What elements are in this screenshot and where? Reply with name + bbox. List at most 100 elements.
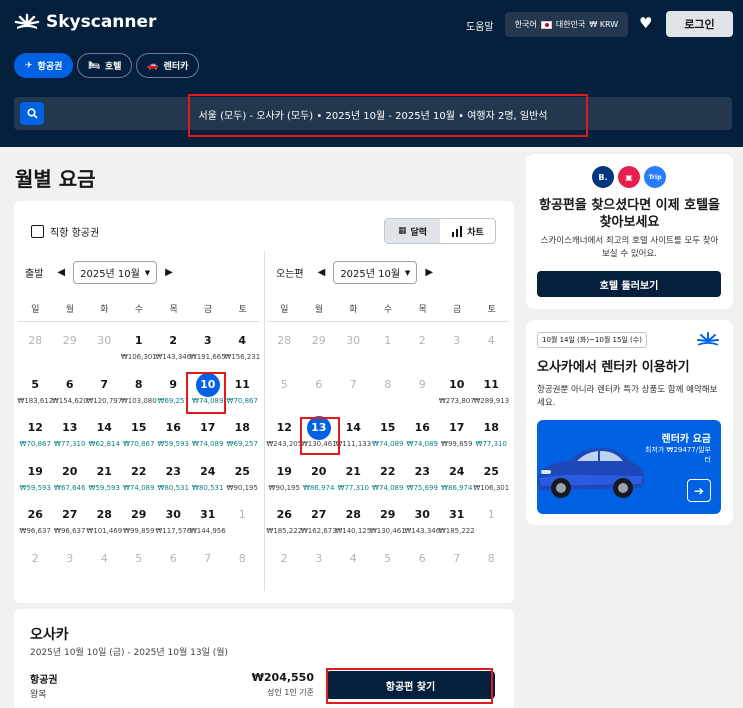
date-number: 11	[483, 377, 499, 391]
date-cell[interactable]: 11 ₩289,913	[473, 373, 509, 406]
browse-hotels-button[interactable]: 호텔 둘러보기	[537, 271, 721, 297]
date-cell[interactable]: 22 ₩74,089	[122, 460, 157, 493]
date-number: 7	[453, 551, 461, 565]
tab-flights[interactable]: ✈ 항공권	[14, 53, 74, 78]
tab-cars[interactable]: 🚗 렌터카	[136, 53, 200, 78]
weekday-label: 수	[383, 305, 393, 315]
date-cell[interactable]: 24 ₩80,531	[191, 460, 226, 493]
depart-next-month-icon[interactable]: ▶	[165, 267, 173, 278]
date-cell[interactable]: 9 ₩69,257	[156, 373, 191, 406]
date-number: 15	[131, 421, 147, 434]
date-cell[interactable]: 23 ₩75,699	[405, 460, 440, 493]
heart-icon[interactable]: ♥	[639, 14, 652, 32]
date-cell[interactable]: 3	[440, 329, 475, 353]
chart-view-button[interactable]: 차트	[440, 219, 495, 243]
date-number: 8	[238, 551, 246, 565]
locale-selector[interactable]: 한국어 대한민국 ₩ KRW	[505, 12, 628, 37]
arrow-right-icon[interactable]: ➔	[687, 479, 711, 502]
date-cell[interactable]: 18 ₩69,257	[225, 416, 260, 449]
date-cell[interactable]: 16 ₩59,593	[156, 416, 191, 449]
date-cell[interactable]: 27 ₩96,637	[53, 503, 88, 536]
date-cell[interactable]: 12 ₩70,867	[18, 416, 53, 449]
date-cell[interactable]: 15 ₩70,867	[122, 416, 157, 449]
date-cell[interactable]: 14 ₩62,814	[87, 416, 122, 449]
date-cell[interactable]: 6	[302, 373, 337, 397]
date-price: ₩90,195	[226, 483, 258, 492]
login-button[interactable]: 로그인	[666, 11, 733, 37]
car-promo-banner[interactable]: 렌터카 요금 최저가 ₩29477/일부터 ➔	[537, 420, 721, 514]
depart-prev-month-icon[interactable]: ◀	[57, 267, 65, 278]
date-cell[interactable]: 21 ₩59,593	[87, 460, 122, 493]
date-cell[interactable]: 29 ₩130,461	[370, 503, 406, 536]
date-cell[interactable]: 21 ₩77,310	[336, 460, 371, 493]
date-cell[interactable]: 27 ₩162,673	[301, 503, 337, 536]
help-link[interactable]: 도움말	[466, 18, 494, 33]
tab-hotels[interactable]: 🛏 호텔	[77, 53, 133, 78]
date-cell[interactable]: 14 ₩111,133	[335, 416, 371, 449]
date-cell[interactable]: 31 ₩185,222	[439, 503, 475, 536]
date-cell[interactable]: 26 ₩185,222	[266, 503, 302, 536]
return-next-month-icon[interactable]: ▶	[425, 267, 433, 278]
calendar-view-button[interactable]: ▦ 달력	[385, 219, 440, 243]
date-cell[interactable]: 17 ₩99,859	[440, 416, 475, 449]
date-number: 2	[31, 551, 39, 565]
date-cell[interactable]: 15 ₩74,089	[371, 416, 406, 449]
date-number: 16	[165, 421, 181, 434]
date-cell[interactable]: 29 ₩99,859	[122, 503, 157, 536]
date-cell[interactable]: 20 ₩86,974	[302, 460, 337, 493]
car-rental-promo-card[interactable]: 10월 14일 (화)~10월 15일 (수) 오사카에서 렌터카 이용하기 항…	[526, 320, 733, 525]
date-cell[interactable]: 25 ₩106,301	[473, 460, 509, 493]
search-summary-text: 서울 (모두) - 오사카 (모두) • 2025년 10월 - 2025년 1…	[198, 111, 548, 122]
date-cell[interactable]: 13 ₩77,310	[53, 416, 88, 449]
date-cell[interactable]: 4	[474, 329, 509, 353]
date-cell[interactable]: 23 ₩80,531	[156, 460, 191, 493]
date-cell[interactable]: 2	[405, 329, 440, 353]
date-cell[interactable]: 10 ₩273,807	[439, 373, 475, 406]
date-cell[interactable]: 18 ₩77,310	[474, 416, 509, 449]
date-cell[interactable]: 1	[371, 329, 406, 353]
date-cell[interactable]: 9	[405, 373, 440, 397]
date-number: 14	[345, 421, 361, 434]
date-cell[interactable]: 19 ₩59,593	[18, 460, 53, 493]
date-cell[interactable]: 17 ₩74,089	[191, 416, 226, 449]
date-cell[interactable]: 24 ₩86,974	[440, 460, 475, 493]
return-prev-month-icon[interactable]: ◀	[318, 267, 326, 278]
date-number: 26	[27, 508, 43, 521]
weekday-label: 목	[169, 305, 178, 315]
date-cell[interactable]: 25 ₩90,195	[225, 460, 260, 493]
date-cell[interactable]: 8 ₩103,080	[121, 373, 157, 406]
date-cell[interactable]: 28 ₩140,125	[335, 503, 371, 536]
skyscanner-logo[interactable]: Skyscanner	[14, 12, 156, 32]
search-summary-bar[interactable]: 서울 (모두) - 오사카 (모두) • 2025년 10월 - 2025년 1…	[14, 97, 732, 130]
date-cell[interactable]: 19 ₩90,195	[267, 460, 302, 493]
date-cell[interactable]: 7 ₩120,797	[86, 373, 122, 406]
date-cell[interactable]: 20 ₩67,646	[53, 460, 88, 493]
return-month-select[interactable]: 2025년 10월 ▼	[333, 261, 418, 284]
date-cell[interactable]: 26 ₩96,637	[18, 503, 53, 536]
date-number: 25	[483, 464, 499, 478]
date-cell[interactable]: 7	[336, 373, 371, 397]
date-cell[interactable]: 28 ₩101,469	[86, 503, 122, 536]
date-cell[interactable]: 12 ₩243,205	[266, 416, 302, 449]
selected-date-cell[interactable]: 10 ₩74,089	[191, 372, 226, 406]
date-cell[interactable]: 4 ₩156,231	[224, 329, 260, 362]
date-cell[interactable]: 31 ₩144,956	[190, 503, 226, 536]
date-number: 5	[31, 377, 40, 391]
date-cell[interactable]: 3 ₩191,665	[190, 329, 226, 362]
date-cell[interactable]: 5 ₩183,612	[17, 373, 53, 406]
date-cell[interactable]: 2 ₩143,346	[155, 329, 191, 362]
selected-date-cell[interactable]: 13 ₩130,461	[301, 416, 337, 449]
date-cell[interactable]: 30 ₩143,346	[404, 503, 440, 536]
date-cell[interactable]: 8	[371, 373, 406, 397]
find-flights-button[interactable]: 항공편 찾기	[326, 671, 495, 699]
direct-flights-checkbox[interactable]: 직항 항공권	[31, 224, 99, 239]
checkbox-box[interactable]	[31, 225, 44, 238]
date-cell[interactable]: 30 ₩117,576	[155, 503, 191, 536]
date-cell[interactable]: 6 ₩154,620	[52, 373, 88, 406]
date-cell[interactable]: 11 ₩70,867	[225, 373, 260, 406]
date-cell[interactable]: 1 ₩106,301	[121, 329, 157, 362]
date-cell[interactable]: 16 ₩74,089	[405, 416, 440, 449]
date-cell[interactable]: 5	[267, 373, 302, 397]
depart-month-select[interactable]: 2025년 10월 ▼	[73, 261, 158, 284]
date-cell[interactable]: 22 ₩74,089	[371, 460, 406, 493]
